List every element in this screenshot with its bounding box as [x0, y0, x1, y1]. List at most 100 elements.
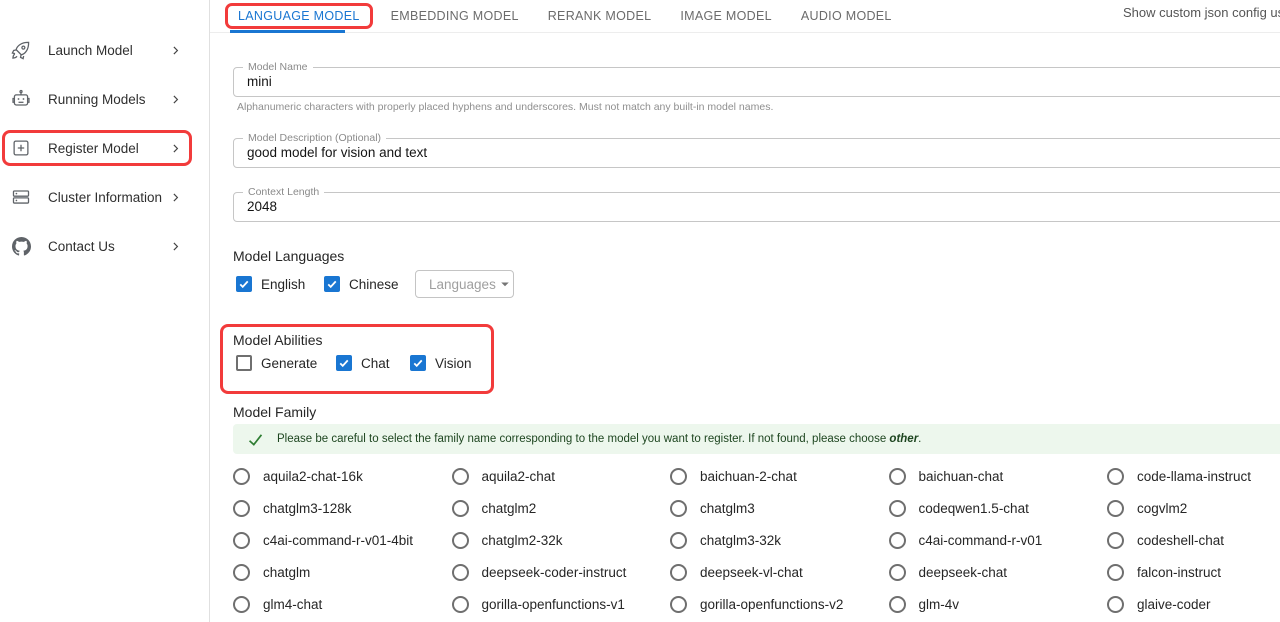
model-abilities-heading: Model Abilities: [233, 332, 323, 348]
sidebar-item-launch-model[interactable]: Launch Model: [0, 33, 210, 67]
active-tab-indicator: [230, 30, 345, 33]
checkbox-label: Generate: [261, 356, 317, 371]
radio-icon: [889, 500, 906, 517]
model-family-option-aquila2-chat[interactable]: aquila2-chat: [452, 460, 671, 492]
radio-icon: [670, 500, 687, 517]
radio-icon: [1107, 596, 1124, 613]
model-description-value: good model for vision and text: [234, 139, 1280, 167]
model-family-option-chatglm2-32k[interactable]: chatglm2-32k: [452, 524, 671, 556]
model-family-option-c4ai-command-r-v01[interactable]: c4ai-command-r-v01: [889, 524, 1108, 556]
radio-icon: [670, 564, 687, 581]
model-name-value: mini: [234, 68, 1280, 96]
checkbox-checked-icon: [324, 276, 340, 292]
model-name-helper-text: Alphanumeric characters with properly pl…: [237, 101, 773, 113]
model-family-option-codeshell-chat[interactable]: codeshell-chat: [1107, 524, 1280, 556]
model-family-option-gorilla-openfunctions-v2[interactable]: gorilla-openfunctions-v2: [670, 588, 889, 620]
add-box-icon: [10, 137, 32, 159]
sidebar: Launch Model Running Models: [0, 0, 210, 622]
tab-embedding-model[interactable]: EMBEDDING MODEL: [391, 9, 519, 23]
tab-audio-model[interactable]: AUDIO MODEL: [801, 9, 892, 23]
model-family-option-chatglm3-128k[interactable]: chatglm3-128k: [233, 492, 452, 524]
model-family-option-cogvlm2[interactable]: cogvlm2: [1107, 492, 1280, 524]
server-icon: [10, 186, 32, 208]
radio-icon: [452, 468, 469, 485]
context-length-field[interactable]: Context Length 2048: [233, 192, 1280, 222]
radio-icon: [233, 500, 250, 517]
register-model-page: Launch Model Running Models: [0, 0, 1280, 622]
radio-icon: [1107, 500, 1124, 517]
model-family-option-falcon-instruct[interactable]: falcon-instruct: [1107, 556, 1280, 588]
chevron-right-icon: [168, 43, 182, 57]
model-family-option-codeqwen1-5-chat[interactable]: codeqwen1.5-chat: [889, 492, 1108, 524]
checkbox-vision[interactable]: Vision: [410, 355, 472, 371]
checkbox-chinese[interactable]: Chinese: [324, 276, 399, 292]
checkbox-label: Chinese: [349, 277, 399, 292]
checkbox-label: Chat: [361, 356, 390, 371]
chevron-right-icon: [168, 239, 182, 253]
checkbox-checked-icon: [410, 355, 426, 371]
dropdown-caret-icon: [496, 275, 514, 293]
model-family-option-c4ai-command-r-v01-4bit[interactable]: c4ai-command-r-v01-4bit: [233, 524, 452, 556]
checkbox-english[interactable]: English: [236, 276, 305, 292]
radio-icon: [889, 532, 906, 549]
sidebar-item-label: Cluster Information: [48, 190, 162, 205]
checkbox-label: English: [261, 277, 305, 292]
model-family-option-chatglm2[interactable]: chatglm2: [452, 492, 671, 524]
radio-icon: [1107, 468, 1124, 485]
sidebar-item-running-models[interactable]: Running Models: [0, 82, 210, 116]
checkbox-generate[interactable]: Generate: [236, 355, 317, 371]
model-languages-heading: Model Languages: [233, 248, 344, 264]
model-family-option-chatglm3-32k[interactable]: chatglm3-32k: [670, 524, 889, 556]
model-family-notice-text: Please be careful to select the family n…: [277, 433, 921, 445]
model-family-heading: Model Family: [233, 404, 316, 420]
model-family-option-glm4-chat[interactable]: glm4-chat: [233, 588, 452, 620]
radio-icon: [670, 468, 687, 485]
model-family-option-chatglm[interactable]: chatglm: [233, 556, 452, 588]
radio-icon: [233, 468, 250, 485]
model-name-field[interactable]: Model Name mini: [233, 67, 1280, 97]
checkbox-chat[interactable]: Chat: [336, 355, 390, 371]
tab-language-model[interactable]: LANGUAGE MODEL: [238, 9, 360, 23]
model-family-option-aquila2-chat-16k[interactable]: aquila2-chat-16k: [233, 460, 452, 492]
tab-rerank-model[interactable]: RERANK MODEL: [548, 9, 652, 23]
sidebar-item-register-model[interactable]: Register Model: [0, 131, 210, 165]
model-family-option-gorilla-openfunctions-v1[interactable]: gorilla-openfunctions-v1: [452, 588, 671, 620]
radio-icon: [233, 564, 250, 581]
languages-select-placeholder: Languages: [416, 277, 496, 292]
radio-icon: [452, 532, 469, 549]
check-icon: [247, 431, 264, 448]
model-family-option-deepseek-vl-chat[interactable]: deepseek-vl-chat: [670, 556, 889, 588]
chevron-right-icon: [168, 92, 182, 106]
show-json-config-link[interactable]: Show custom json config used b: [1123, 5, 1280, 20]
model-family-option-baichuan-chat[interactable]: baichuan-chat: [889, 460, 1108, 492]
sidebar-item-cluster-information[interactable]: Cluster Information: [0, 180, 210, 214]
annotation-box-language-tab: LANGUAGE MODEL: [225, 3, 373, 29]
radio-icon: [889, 596, 906, 613]
model-family-option-glm-4v[interactable]: glm-4v: [889, 588, 1108, 620]
radio-icon: [452, 564, 469, 581]
tab-image-model[interactable]: IMAGE MODEL: [680, 9, 772, 23]
radio-icon: [1107, 564, 1124, 581]
model-family-option-deepseek-chat[interactable]: deepseek-chat: [889, 556, 1108, 588]
model-family-option-chatglm3[interactable]: chatglm3: [670, 492, 889, 524]
radio-icon: [889, 564, 906, 581]
languages-select[interactable]: Languages: [415, 270, 514, 298]
model-description-field[interactable]: Model Description (Optional) good model …: [233, 138, 1280, 168]
rocket-icon: [10, 39, 32, 61]
radio-icon: [1107, 532, 1124, 549]
checkbox-label: Vision: [435, 356, 472, 371]
radio-icon: [233, 532, 250, 549]
sidebar-item-label: Launch Model: [48, 43, 133, 58]
model-type-tabbar: LANGUAGE MODEL EMBEDDING MODEL RERANK MO…: [210, 0, 1280, 33]
model-family-option-code-llama-instruct[interactable]: code-llama-instruct: [1107, 460, 1280, 492]
sidebar-item-label: Running Models: [48, 92, 146, 107]
context-length-label: Context Length: [243, 186, 324, 198]
radio-icon: [670, 596, 687, 613]
model-family-option-deepseek-coder-instruct[interactable]: deepseek-coder-instruct: [452, 556, 671, 588]
model-family-option-baichuan-2-chat[interactable]: baichuan-2-chat: [670, 460, 889, 492]
checkbox-checked-icon: [336, 355, 352, 371]
sidebar-item-contact-us[interactable]: Contact Us: [0, 229, 210, 263]
model-name-label: Model Name: [243, 61, 313, 73]
model-family-option-glaive-coder[interactable]: glaive-coder: [1107, 588, 1280, 620]
checkbox-checked-icon: [236, 276, 252, 292]
